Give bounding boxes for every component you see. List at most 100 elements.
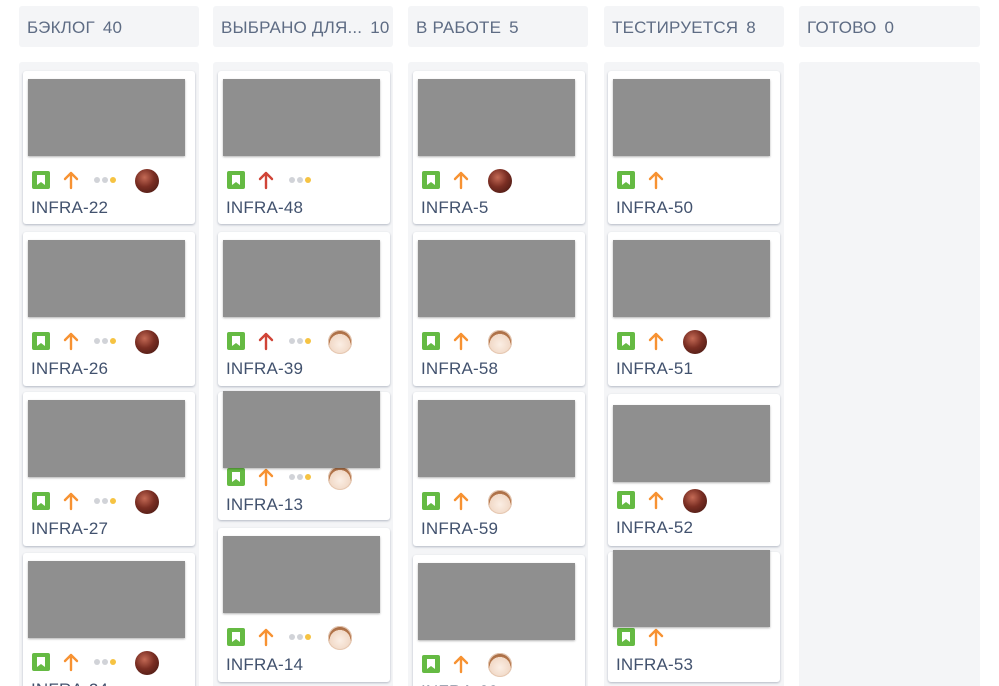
card-cover-image [28, 79, 185, 156]
issue-key[interactable]: INFRA-48 [226, 198, 303, 218]
column-header-in-progress[interactable]: В РАБОТЕ 5 [408, 6, 588, 47]
estimate-dots-icon [94, 338, 118, 344]
issue-card[interactable]: INFRA-53 [608, 550, 780, 682]
priority-high-icon [63, 653, 79, 672]
issue-card[interactable]: INFRA-48 [218, 71, 390, 224]
issue-card[interactable]: INFRA-39 [218, 232, 390, 386]
story-icon [422, 332, 440, 350]
story-icon [227, 468, 245, 486]
estimate-dots-icon [94, 498, 118, 504]
card-cover-image [223, 391, 380, 468]
assignee-avatar[interactable] [328, 626, 352, 650]
issue-card[interactable]: INFRA-26 [23, 232, 195, 386]
column-title: В РАБОТЕ [416, 18, 502, 37]
story-icon [617, 628, 635, 646]
column-title: БЭКЛОГ [27, 18, 95, 37]
priority-high-icon [453, 332, 469, 351]
issue-key[interactable]: INFRA-60 [421, 682, 498, 686]
issue-card[interactable]: INFRA-24 [23, 553, 195, 686]
column-header-done[interactable]: ГОТОВО 0 [799, 6, 980, 47]
assignee-avatar[interactable] [328, 466, 352, 490]
story-icon [227, 171, 245, 189]
issue-card[interactable]: INFRA-27 [23, 392, 195, 546]
column-count: 10 [370, 18, 390, 37]
column-title: ГОТОВО [807, 18, 877, 37]
estimate-dots-icon [289, 474, 313, 480]
issue-card[interactable]: INFRA-50 [608, 71, 780, 224]
issue-key[interactable]: INFRA-58 [421, 359, 498, 379]
assignee-avatar[interactable] [488, 169, 512, 193]
priority-high-icon [258, 468, 274, 487]
issue-card[interactable]: INFRA-51 [608, 232, 780, 386]
assignee-avatar[interactable] [683, 330, 707, 354]
estimate-dots-icon [94, 659, 118, 665]
column-done[interactable] [799, 62, 980, 686]
story-icon [617, 491, 635, 509]
card-cover-image [418, 240, 575, 317]
issue-key[interactable]: INFRA-53 [616, 655, 693, 675]
assignee-avatar[interactable] [135, 330, 159, 354]
column-header-selected[interactable]: ВЫБРАНО ДЛЯ... 10 [213, 6, 393, 47]
issue-card[interactable]: INFRA-5 [413, 71, 585, 224]
issue-card[interactable]: INFRA-52 [608, 394, 780, 546]
issue-card[interactable]: INFRA-59 [413, 392, 585, 546]
column-header-testing[interactable]: ТЕСТИРУЕТСЯ 8 [604, 6, 784, 47]
assignee-avatar[interactable] [135, 169, 159, 193]
priority-high-icon [63, 332, 79, 351]
assignee-avatar[interactable] [328, 330, 352, 354]
issue-key[interactable]: INFRA-24 [31, 680, 108, 686]
estimate-dots-icon [289, 338, 313, 344]
issue-card[interactable]: INFRA-22 [23, 71, 195, 224]
priority-high-icon [63, 171, 79, 190]
assignee-avatar[interactable] [683, 489, 707, 513]
issue-key[interactable]: INFRA-39 [226, 359, 303, 379]
issue-key[interactable]: INFRA-27 [31, 519, 108, 539]
issue-key[interactable]: INFRA-26 [31, 359, 108, 379]
priority-highest-icon [258, 171, 274, 190]
issue-card[interactable]: INFRA-13 [218, 391, 390, 520]
priority-high-icon [63, 492, 79, 511]
card-cover-image [418, 79, 575, 156]
story-icon [227, 628, 245, 646]
assignee-avatar[interactable] [488, 330, 512, 354]
story-icon [227, 332, 245, 350]
priority-high-icon [648, 332, 664, 351]
story-icon [32, 171, 50, 189]
column-count: 8 [746, 18, 756, 37]
assignee-avatar[interactable] [135, 490, 159, 514]
story-icon [422, 492, 440, 510]
issue-key[interactable]: INFRA-59 [421, 519, 498, 539]
issue-key[interactable]: INFRA-50 [616, 198, 693, 218]
priority-high-icon [453, 655, 469, 674]
priority-high-icon [648, 171, 664, 190]
issue-key[interactable]: INFRA-13 [226, 495, 303, 515]
issue-card[interactable]: INFRA-14 [218, 528, 390, 682]
card-cover-image [223, 240, 380, 317]
issue-key[interactable]: INFRA-5 [421, 198, 489, 218]
assignee-avatar[interactable] [135, 651, 159, 675]
card-cover-image [28, 240, 185, 317]
column-header-backlog[interactable]: БЭКЛОГ 40 [19, 6, 199, 47]
issue-card[interactable]: INFRA-58 [413, 232, 585, 386]
issue-key[interactable]: INFRA-22 [31, 198, 108, 218]
priority-highest-icon [258, 332, 274, 351]
card-cover-image [613, 550, 770, 627]
card-cover-image [418, 400, 575, 477]
story-icon [617, 171, 635, 189]
assignee-avatar[interactable] [488, 653, 512, 677]
story-icon [422, 171, 440, 189]
issue-key[interactable]: INFRA-52 [616, 518, 693, 538]
card-cover-image [613, 79, 770, 156]
estimate-dots-icon [289, 177, 313, 183]
card-cover-image [223, 79, 380, 156]
card-cover-image [28, 400, 185, 477]
issue-key[interactable]: INFRA-14 [226, 655, 303, 675]
priority-high-icon [258, 628, 274, 647]
issue-card[interactable]: INFRA-60 [413, 555, 585, 686]
column-count: 40 [102, 18, 123, 37]
card-cover-image [613, 405, 770, 482]
issue-key[interactable]: INFRA-51 [616, 359, 693, 379]
story-icon [32, 332, 50, 350]
assignee-avatar[interactable] [488, 490, 512, 514]
priority-high-icon [453, 492, 469, 511]
